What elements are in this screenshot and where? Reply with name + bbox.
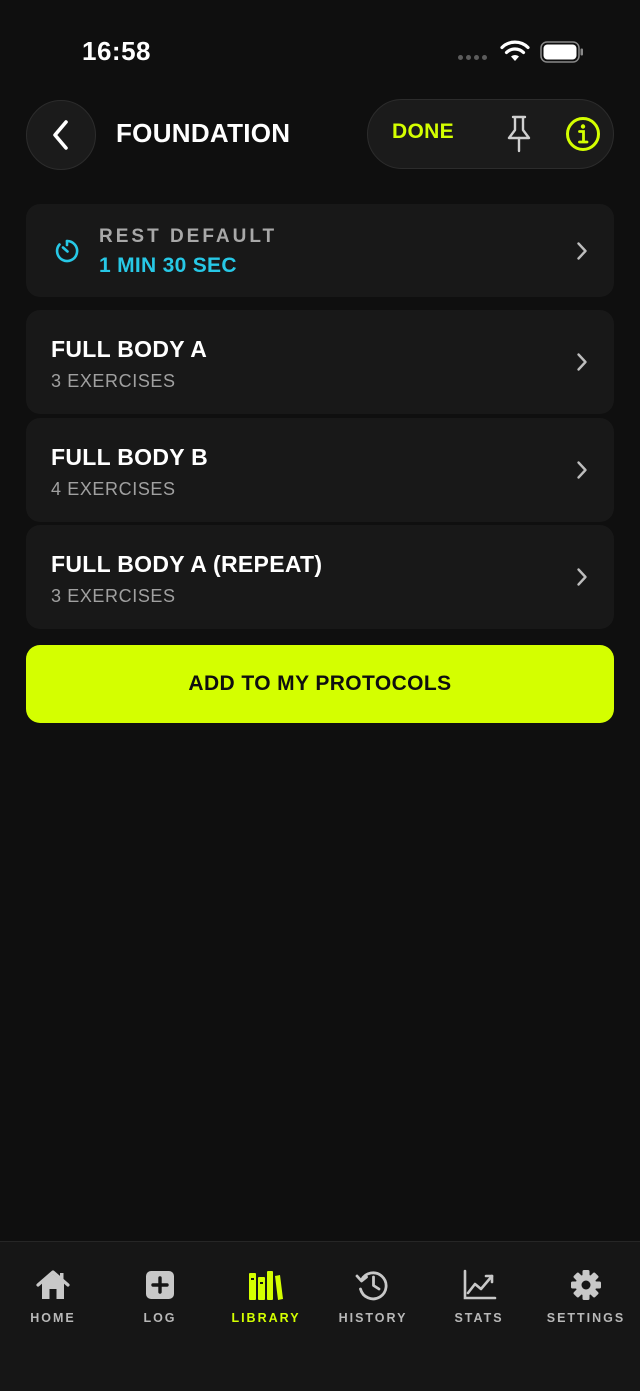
page-title: FOUNDATION [116, 118, 291, 148]
rest-default-value: 1 MIN 30 SEC [99, 254, 237, 277]
tab-settings[interactable]: SETTINGS [533, 1268, 639, 1325]
tab-label: LIBRARY [231, 1311, 301, 1325]
battery-icon [540, 41, 583, 63]
tab-stats[interactable]: STATS [426, 1268, 532, 1325]
workout-card[interactable]: FULL BODY B 4 EXERCISES [26, 418, 614, 522]
rest-default-card[interactable]: REST DEFAULT 1 MIN 30 SEC [26, 204, 614, 297]
tab-label: SETTINGS [546, 1311, 626, 1325]
workout-title: FULL BODY A (REPEAT) [51, 551, 323, 577]
workout-card[interactable]: FULL BODY A (REPEAT) 3 EXERCISES [26, 525, 614, 629]
home-icon [36, 1270, 70, 1299]
back-button[interactable] [26, 100, 96, 170]
tab-label: STATS [454, 1311, 504, 1325]
chevron-right-icon [577, 461, 587, 479]
status-bar: 16:58 [0, 0, 640, 96]
tab-label: HISTORY [338, 1311, 408, 1325]
tab-label: HOME [30, 1311, 76, 1325]
pin-icon [507, 115, 531, 153]
header-actions: DONE [367, 99, 614, 169]
chevron-right-icon [577, 241, 587, 260]
tab-bar: HOME LOG LIBRARY HISTORY STATS SETTINGS [0, 1241, 640, 1391]
tab-label: LOG [143, 1311, 177, 1325]
workout-title: FULL BODY B [51, 444, 209, 470]
done-button[interactable]: DONE [392, 120, 454, 144]
workout-exercise-count: 3 EXERCISES [51, 371, 176, 391]
rest-default-label: REST DEFAULT [99, 226, 278, 247]
library-icon [249, 1271, 283, 1300]
timer-icon [55, 239, 79, 263]
add-to-my-protocols-button[interactable]: ADD TO MY PROTOCOLS [26, 645, 614, 723]
tab-log[interactable]: LOG [107, 1268, 213, 1325]
info-icon [566, 117, 600, 151]
workout-exercise-count: 3 EXERCISES [51, 586, 176, 606]
wifi-icon [500, 40, 530, 61]
signal-icon [458, 55, 487, 60]
pin-button[interactable] [501, 113, 537, 155]
workout-title: FULL BODY A [51, 336, 208, 362]
chart-icon [463, 1269, 497, 1300]
plus-square-icon [146, 1271, 174, 1299]
gear-icon [571, 1270, 601, 1300]
workout-exercise-count: 4 EXERCISES [51, 479, 176, 499]
tab-library[interactable]: LIBRARY [213, 1268, 319, 1325]
info-button[interactable] [564, 115, 602, 153]
tab-history[interactable]: HISTORY [320, 1268, 426, 1325]
history-icon [355, 1271, 388, 1301]
workout-card[interactable]: FULL BODY A 3 EXERCISES [26, 310, 614, 414]
chevron-right-icon [577, 353, 587, 371]
chevron-right-icon [577, 568, 587, 586]
status-time: 16:58 [82, 36, 151, 66]
tab-home[interactable]: HOME [0, 1268, 106, 1325]
chevron-left-icon [53, 120, 68, 150]
